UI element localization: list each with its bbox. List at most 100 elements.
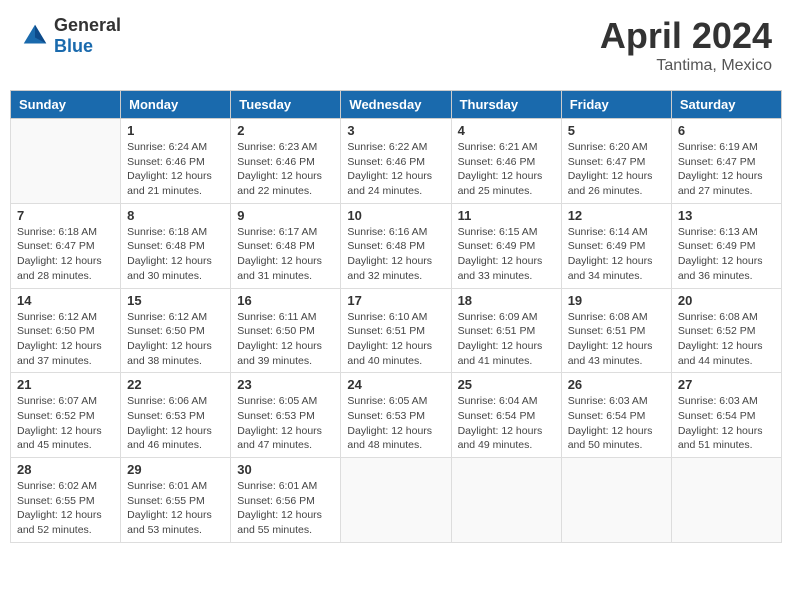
logo: General Blue — [20, 15, 121, 57]
table-row — [451, 458, 561, 543]
logo-blue: Blue — [54, 36, 121, 57]
col-sunday: Sunday — [11, 91, 121, 119]
day-detail: Sunrise: 6:07 AM Sunset: 6:52 PM Dayligh… — [17, 394, 114, 453]
day-detail: Sunrise: 6:03 AM Sunset: 6:54 PM Dayligh… — [678, 394, 775, 453]
day-detail: Sunrise: 6:18 AM Sunset: 6:48 PM Dayligh… — [127, 225, 224, 284]
calendar-table: Sunday Monday Tuesday Wednesday Thursday… — [10, 90, 782, 543]
calendar-header-row: Sunday Monday Tuesday Wednesday Thursday… — [11, 91, 782, 119]
day-detail: Sunrise: 6:01 AM Sunset: 6:56 PM Dayligh… — [237, 479, 334, 538]
day-number: 28 — [17, 462, 114, 477]
logo-icon — [20, 21, 50, 51]
calendar-week-row: 28 Sunrise: 6:02 AM Sunset: 6:55 PM Dayli… — [11, 458, 782, 543]
table-row: 4Sunrise: 6:21 AM Sunset: 6:46 PM Daylig… — [451, 119, 561, 204]
col-thursday: Thursday — [451, 91, 561, 119]
day-number: 4 — [458, 123, 555, 138]
table-row: 7Sunrise: 6:18 AM Sunset: 6:47 PM Daylig… — [11, 203, 121, 288]
logo-general: General — [54, 15, 121, 36]
day-detail: Sunrise: 6:19 AM Sunset: 6:47 PM Dayligh… — [678, 140, 775, 199]
page-header: General Blue April 2024 Tantima, Mexico — [10, 10, 782, 80]
table-row: 13 Sunrise: 6:13 AM Sunset: 6:49 PM Dayli… — [671, 203, 781, 288]
table-row: 15 Sunrise: 6:12 AM Sunset: 6:50 PM Dayli… — [121, 288, 231, 373]
table-row: 11 Sunrise: 6:15 AM Sunset: 6:49 PM Dayli… — [451, 203, 561, 288]
day-detail: Sunrise: 6:05 AM Sunset: 6:53 PM Dayligh… — [347, 394, 444, 453]
day-number: 2 — [237, 123, 334, 138]
day-detail: Sunrise: 6:12 AM Sunset: 6:50 PM Dayligh… — [127, 310, 224, 369]
calendar-week-row: 21 Sunrise: 6:07 AM Sunset: 6:52 PM Dayli… — [11, 373, 782, 458]
day-number: 11 — [458, 208, 555, 223]
table-row — [341, 458, 451, 543]
table-row: 8 Sunrise: 6:18 AM Sunset: 6:48 PM Daylig… — [121, 203, 231, 288]
day-number: 5 — [568, 123, 665, 138]
day-detail: Sunrise: 6:03 AM Sunset: 6:54 PM Dayligh… — [568, 394, 665, 453]
day-number: 24 — [347, 377, 444, 392]
day-detail: Sunrise: 6:05 AM Sunset: 6:53 PM Dayligh… — [237, 394, 334, 453]
day-detail: Sunrise: 6:15 AM Sunset: 6:49 PM Dayligh… — [458, 225, 555, 284]
day-number: 8 — [127, 208, 224, 223]
table-row: 28 Sunrise: 6:02 AM Sunset: 6:55 PM Dayli… — [11, 458, 121, 543]
day-detail: Sunrise: 6:02 AM Sunset: 6:55 PM Dayligh… — [17, 479, 114, 538]
table-row: 16 Sunrise: 6:11 AM Sunset: 6:50 PM Dayli… — [231, 288, 341, 373]
day-detail: Sunrise: 6:12 AM Sunset: 6:50 PM Dayligh… — [17, 310, 114, 369]
day-number: 21 — [17, 377, 114, 392]
day-number: 29 — [127, 462, 224, 477]
day-detail: Sunrise: 6:09 AM Sunset: 6:51 PM Dayligh… — [458, 310, 555, 369]
table-row — [11, 119, 121, 204]
table-row: 21 Sunrise: 6:07 AM Sunset: 6:52 PM Dayli… — [11, 373, 121, 458]
day-number: 10 — [347, 208, 444, 223]
calendar-week-row: 14 Sunrise: 6:12 AM Sunset: 6:50 PM Dayli… — [11, 288, 782, 373]
location-subtitle: Tantima, Mexico — [600, 57, 772, 75]
day-number: 23 — [237, 377, 334, 392]
col-friday: Friday — [561, 91, 671, 119]
day-detail: Sunrise: 6:01 AM Sunset: 6:55 PM Dayligh… — [127, 479, 224, 538]
day-detail: Sunrise: 6:20 AM Sunset: 6:47 PM Dayligh… — [568, 140, 665, 199]
day-number: 20 — [678, 293, 775, 308]
table-row: 24 Sunrise: 6:05 AM Sunset: 6:53 PM Dayli… — [341, 373, 451, 458]
logo-text: General Blue — [54, 15, 121, 57]
day-detail: Sunrise: 6:16 AM Sunset: 6:48 PM Dayligh… — [347, 225, 444, 284]
day-number: 15 — [127, 293, 224, 308]
col-wednesday: Wednesday — [341, 91, 451, 119]
day-number: 26 — [568, 377, 665, 392]
day-number: 27 — [678, 377, 775, 392]
day-detail: Sunrise: 6:13 AM Sunset: 6:49 PM Dayligh… — [678, 225, 775, 284]
table-row: 20 Sunrise: 6:08 AM Sunset: 6:52 PM Dayli… — [671, 288, 781, 373]
table-row: 18Sunrise: 6:09 AM Sunset: 6:51 PM Dayli… — [451, 288, 561, 373]
table-row: 23 Sunrise: 6:05 AM Sunset: 6:53 PM Dayli… — [231, 373, 341, 458]
day-number: 22 — [127, 377, 224, 392]
day-detail: Sunrise: 6:08 AM Sunset: 6:52 PM Dayligh… — [678, 310, 775, 369]
day-detail: Sunrise: 6:11 AM Sunset: 6:50 PM Dayligh… — [237, 310, 334, 369]
day-detail: Sunrise: 6:17 AM Sunset: 6:48 PM Dayligh… — [237, 225, 334, 284]
day-number: 16 — [237, 293, 334, 308]
day-number: 9 — [237, 208, 334, 223]
day-detail: Sunrise: 6:24 AM Sunset: 6:46 PM Dayligh… — [127, 140, 224, 199]
day-detail: Sunrise: 6:10 AM Sunset: 6:51 PM Dayligh… — [347, 310, 444, 369]
col-saturday: Saturday — [671, 91, 781, 119]
day-detail: Sunrise: 6:08 AM Sunset: 6:51 PM Dayligh… — [568, 310, 665, 369]
table-row: 5 Sunrise: 6:20 AM Sunset: 6:47 PM Daylig… — [561, 119, 671, 204]
calendar-week-row: 1Sunrise: 6:24 AM Sunset: 6:46 PM Daylig… — [11, 119, 782, 204]
table-row: 27 Sunrise: 6:03 AM Sunset: 6:54 PM Dayli… — [671, 373, 781, 458]
month-year-title: April 2024 — [600, 15, 772, 57]
day-number: 30 — [237, 462, 334, 477]
day-number: 6 — [678, 123, 775, 138]
table-row: 25 Sunrise: 6:04 AM Sunset: 6:54 PM Dayli… — [451, 373, 561, 458]
table-row: 30 Sunrise: 6:01 AM Sunset: 6:56 PM Dayli… — [231, 458, 341, 543]
table-row — [561, 458, 671, 543]
day-number: 7 — [17, 208, 114, 223]
table-row: 3 Sunrise: 6:22 AM Sunset: 6:46 PM Daylig… — [341, 119, 451, 204]
day-number: 3 — [347, 123, 444, 138]
day-detail: Sunrise: 6:22 AM Sunset: 6:46 PM Dayligh… — [347, 140, 444, 199]
day-number: 12 — [568, 208, 665, 223]
table-row: 26 Sunrise: 6:03 AM Sunset: 6:54 PM Dayli… — [561, 373, 671, 458]
day-detail: Sunrise: 6:04 AM Sunset: 6:54 PM Dayligh… — [458, 394, 555, 453]
day-number: 14 — [17, 293, 114, 308]
table-row: 29 Sunrise: 6:01 AM Sunset: 6:55 PM Dayli… — [121, 458, 231, 543]
table-row: 9 Sunrise: 6:17 AM Sunset: 6:48 PM Daylig… — [231, 203, 341, 288]
day-number: 25 — [458, 377, 555, 392]
table-row: 17 Sunrise: 6:10 AM Sunset: 6:51 PM Dayli… — [341, 288, 451, 373]
day-detail: Sunrise: 6:14 AM Sunset: 6:49 PM Dayligh… — [568, 225, 665, 284]
table-row: 6 Sunrise: 6:19 AM Sunset: 6:47 PM Daylig… — [671, 119, 781, 204]
day-number: 17 — [347, 293, 444, 308]
table-row: 2Sunrise: 6:23 AM Sunset: 6:46 PM Daylig… — [231, 119, 341, 204]
day-number: 13 — [678, 208, 775, 223]
